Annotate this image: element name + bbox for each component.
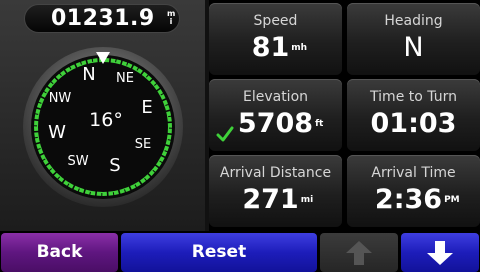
scroll-up-button[interactable] [320, 233, 398, 272]
compass-label-n: N [82, 64, 95, 85]
compass-tick [165, 132, 173, 136]
field-value-text: 01:03 [370, 108, 457, 139]
field-value-text: 5708 [237, 108, 314, 139]
compass[interactable]: N NE E SE S SW W NW 16° [20, 44, 186, 210]
field-value: 5708 ft [209, 107, 342, 141]
compass-label-nw: NW [49, 91, 72, 106]
compass-label-s: S [109, 155, 120, 176]
compass-label-e: E [141, 97, 152, 118]
field-value-text: 271 [242, 184, 299, 215]
field-unit: mi [300, 195, 314, 205]
field-unit: PM [444, 195, 460, 205]
odometer-unit: mi [167, 9, 176, 26]
field-label: Heading [384, 13, 443, 29]
data-field-arrival-distance[interactable]: Arrival Distance 271 mi [209, 155, 342, 227]
field-label: Speed [253, 13, 298, 29]
compass-tick [33, 136, 38, 139]
back-button[interactable]: Back [1, 233, 118, 272]
compass-tick [91, 57, 94, 62]
odometer-value: 01231.9 [51, 6, 155, 31]
compass-tick [33, 118, 41, 122]
compass-panel: 01231.9 mi N NE E SE S SW W NW 16° [0, 0, 205, 231]
field-value: N [347, 31, 480, 65]
compass-tick [112, 192, 115, 197]
compass-label-se: SE [135, 137, 151, 152]
data-field-arrival-time[interactable]: Arrival Time 2:36 PM [347, 155, 480, 227]
compass-label-w: W [48, 122, 66, 143]
field-label: Arrival Time [371, 165, 456, 181]
compass-heading-readout: 16° [89, 109, 123, 131]
field-label: Time to Turn [370, 89, 457, 105]
field-label: Elevation [242, 89, 309, 105]
field-unit: mh [291, 43, 308, 53]
data-field-speed[interactable]: Speed 81 mh [209, 3, 342, 75]
compass-label-sw: SW [67, 154, 88, 169]
field-value: 2:36 PM [347, 183, 480, 217]
field-label: Arrival Distance [219, 165, 332, 181]
field-value: 01:03 [347, 107, 480, 141]
field-value-text: 2:36 [374, 184, 443, 215]
arrow-up-icon [346, 241, 372, 265]
odometer[interactable]: 01231.9 mi [24, 4, 180, 33]
field-value: 271 mi [209, 183, 342, 217]
field-value: 81 mh [209, 31, 342, 65]
compass-tick [94, 189, 98, 197]
field-value-text: 81 [251, 32, 290, 63]
scroll-down-button[interactable] [401, 233, 479, 272]
data-field-elevation[interactable]: Elevation 5708 ft [209, 79, 342, 151]
data-field-time-to-turn[interactable]: Time to Turn 01:03 [347, 79, 480, 151]
arrow-down-icon [427, 241, 453, 265]
field-unit: ft [315, 119, 324, 129]
field-value-text: N [403, 32, 424, 63]
reset-button[interactable]: Reset [121, 233, 317, 272]
bottom-toolbar: Back Reset [0, 231, 480, 272]
compass-label-ne: NE [116, 71, 134, 86]
data-fields-grid: Speed 81 mh Heading N Elevation 5708 ft Ti… [209, 0, 480, 231]
compass-tick [108, 57, 112, 65]
compass-tick [168, 115, 173, 118]
data-field-heading[interactable]: Heading N [347, 3, 480, 75]
